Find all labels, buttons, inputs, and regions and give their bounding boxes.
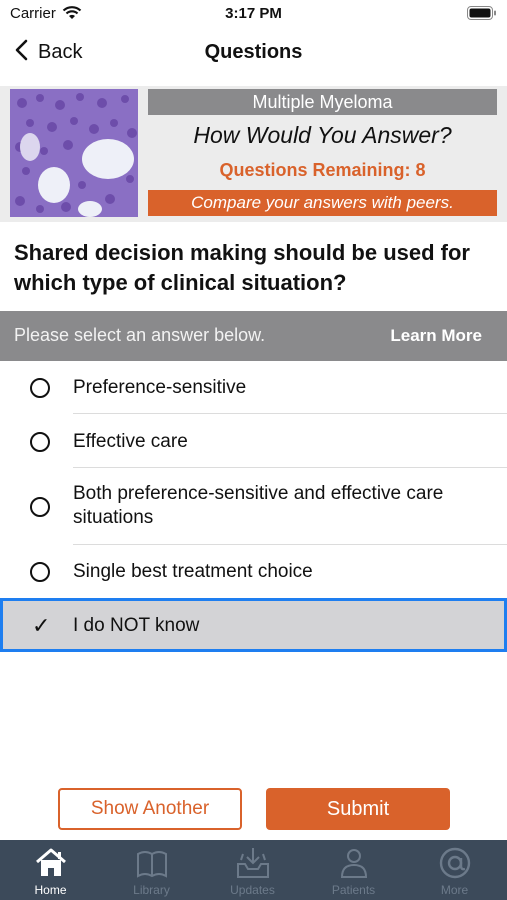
answer-label: Both preference-sensitive and effective …: [73, 483, 444, 528]
radio-unchecked-icon: [30, 562, 50, 582]
radio-unchecked-icon: [30, 432, 50, 452]
tab-label: Home: [34, 883, 67, 897]
tab-library[interactable]: Library: [101, 840, 202, 900]
person-icon: [340, 849, 368, 878]
show-another-button[interactable]: Show Another: [58, 788, 242, 830]
status-bar: Carrier 3:17 PM: [0, 0, 507, 28]
tab-label: Patients: [331, 883, 376, 897]
tab-label: Updates: [230, 883, 275, 897]
answer-option-selected[interactable]: ✓ I do NOT know: [0, 598, 507, 652]
compare-peers-label: Compare your answers with peers.: [148, 190, 497, 216]
tab-updates[interactable]: Updates: [202, 840, 303, 900]
learn-more-button[interactable]: Learn More: [390, 326, 482, 346]
navigation-bar: Back Questions: [0, 30, 507, 74]
tab-label: More: [440, 883, 469, 897]
answer-label: Single best treatment choice: [73, 561, 313, 582]
answer-option[interactable]: Preference-sensitive: [0, 361, 507, 414]
radio-unchecked-icon: [30, 497, 50, 517]
histology-image: [10, 89, 138, 217]
inbox-download-icon: [237, 848, 269, 878]
battery-icon: [467, 6, 497, 25]
question-text: Shared decision making should be used fo…: [14, 240, 470, 295]
answer-prompt: Please select an answer below.: [14, 325, 266, 345]
topic-banner: Multiple Myeloma How Would You Answer? Q…: [0, 86, 507, 222]
answer-label: I do NOT know: [73, 615, 200, 636]
answer-prompt-bar: Please select an answer below. Learn Mor…: [0, 311, 507, 361]
tab-bar: Home Library Updates Patients More: [0, 840, 507, 900]
submit-button[interactable]: Submit: [266, 788, 450, 830]
answer-label: Preference-sensitive: [73, 377, 247, 398]
answer-option[interactable]: Effective care: [0, 414, 507, 468]
tab-patients[interactable]: Patients: [303, 840, 404, 900]
tab-home[interactable]: Home: [0, 840, 101, 900]
book-icon: [137, 851, 167, 878]
radio-unchecked-icon: [30, 378, 50, 398]
tab-more[interactable]: More: [404, 840, 505, 900]
checkmark-icon: ✓: [32, 613, 51, 638]
answer-option[interactable]: Both preference-sensitive and effective …: [0, 468, 507, 545]
page-title: Questions: [204, 41, 303, 63]
answer-label: Effective care: [73, 431, 188, 452]
home-icon: [36, 848, 66, 876]
questions-remaining: Questions Remaining: 8: [219, 160, 426, 180]
at-sign-icon: [439, 847, 471, 879]
answer-option[interactable]: Single best treatment choice: [0, 545, 507, 598]
clock: 3:17 PM: [225, 5, 282, 22]
topic-label: Multiple Myeloma: [148, 89, 497, 115]
banner-heading: How Would You Answer?: [193, 122, 452, 148]
tab-label: Library: [133, 883, 170, 897]
